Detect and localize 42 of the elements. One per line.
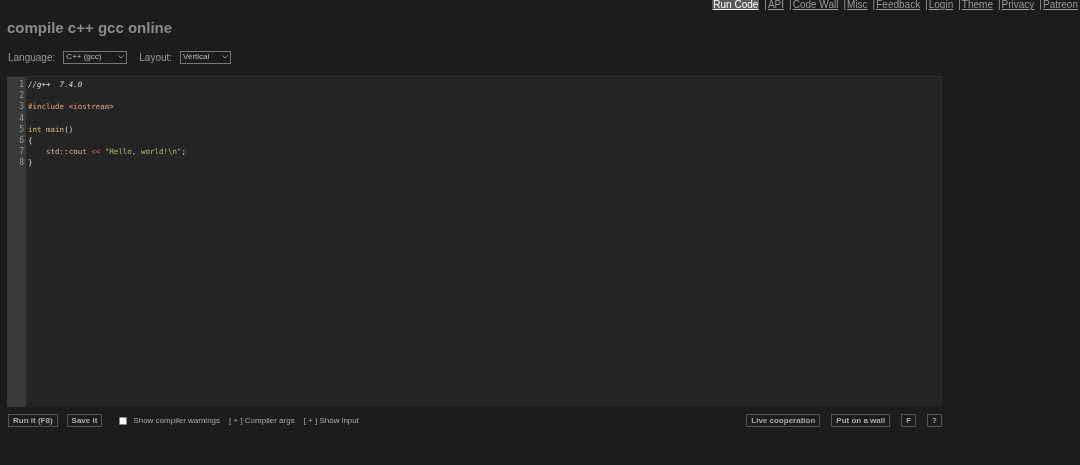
- line-number: 4: [18, 112, 25, 124]
- chevron-icon: [222, 55, 229, 59]
- line-number: 2: [18, 90, 25, 102]
- chevron-icon: [118, 55, 125, 59]
- separator-text: |: [843, 0, 847, 10]
- button[interactable]: Run it (F8): [8, 414, 58, 427]
- toggle-link[interactable]: [ + ] Show input: [303, 414, 359, 427]
- dropdown[interactable]: C++ (gcc): [63, 50, 128, 64]
- separator-text: |: [925, 0, 928, 10]
- button[interactable]: Put on a wall: [831, 414, 891, 427]
- nav-link[interactable]: Theme: [961, 0, 993, 10]
- line-number: 8: [18, 157, 25, 169]
- nav-link[interactable]: Login: [928, 0, 954, 10]
- checkbox-label: Show compiler warnings: [133, 414, 221, 427]
- button[interactable]: Save it: [66, 414, 103, 427]
- button[interactable]: Live cooperation: [746, 414, 821, 427]
- nav-link[interactable]: Code Wall: [792, 0, 839, 10]
- line-number: 7: [18, 146, 25, 158]
- nav-link[interactable]: Misc: [847, 0, 868, 10]
- separator-text: |: [1039, 0, 1042, 10]
- nav-link[interactable]: API: [767, 0, 785, 10]
- page-title: compile c++ gcc online: [7, 19, 173, 37]
- line-number: 1: [18, 79, 25, 91]
- separator-text: |: [997, 0, 1001, 10]
- nav-link[interactable]: Patreon: [1042, 0, 1078, 10]
- button[interactable]: F: [901, 414, 917, 427]
- checkbox[interactable]: [119, 416, 128, 425]
- line-number: 5: [18, 123, 25, 135]
- line-number: 6: [18, 134, 25, 147]
- separator-text: |: [872, 0, 876, 10]
- option-label: Layout:: [139, 50, 173, 65]
- separator-text: |: [764, 0, 767, 10]
- nav-link[interactable]: Feedback: [876, 0, 921, 10]
- nav-link[interactable]: Privacy: [1001, 0, 1035, 10]
- button[interactable]: ?: [927, 414, 942, 427]
- option-label: Language:: [8, 50, 56, 65]
- separator-text: |: [789, 0, 792, 10]
- line-number: 3: [18, 101, 25, 113]
- dropdown[interactable]: Vertical: [180, 50, 232, 64]
- separator-text: |: [958, 0, 961, 10]
- toggle-link[interactable]: [ + ] Compiler args: [229, 414, 295, 427]
- nav-link[interactable]: Run Code: [712, 0, 760, 10]
